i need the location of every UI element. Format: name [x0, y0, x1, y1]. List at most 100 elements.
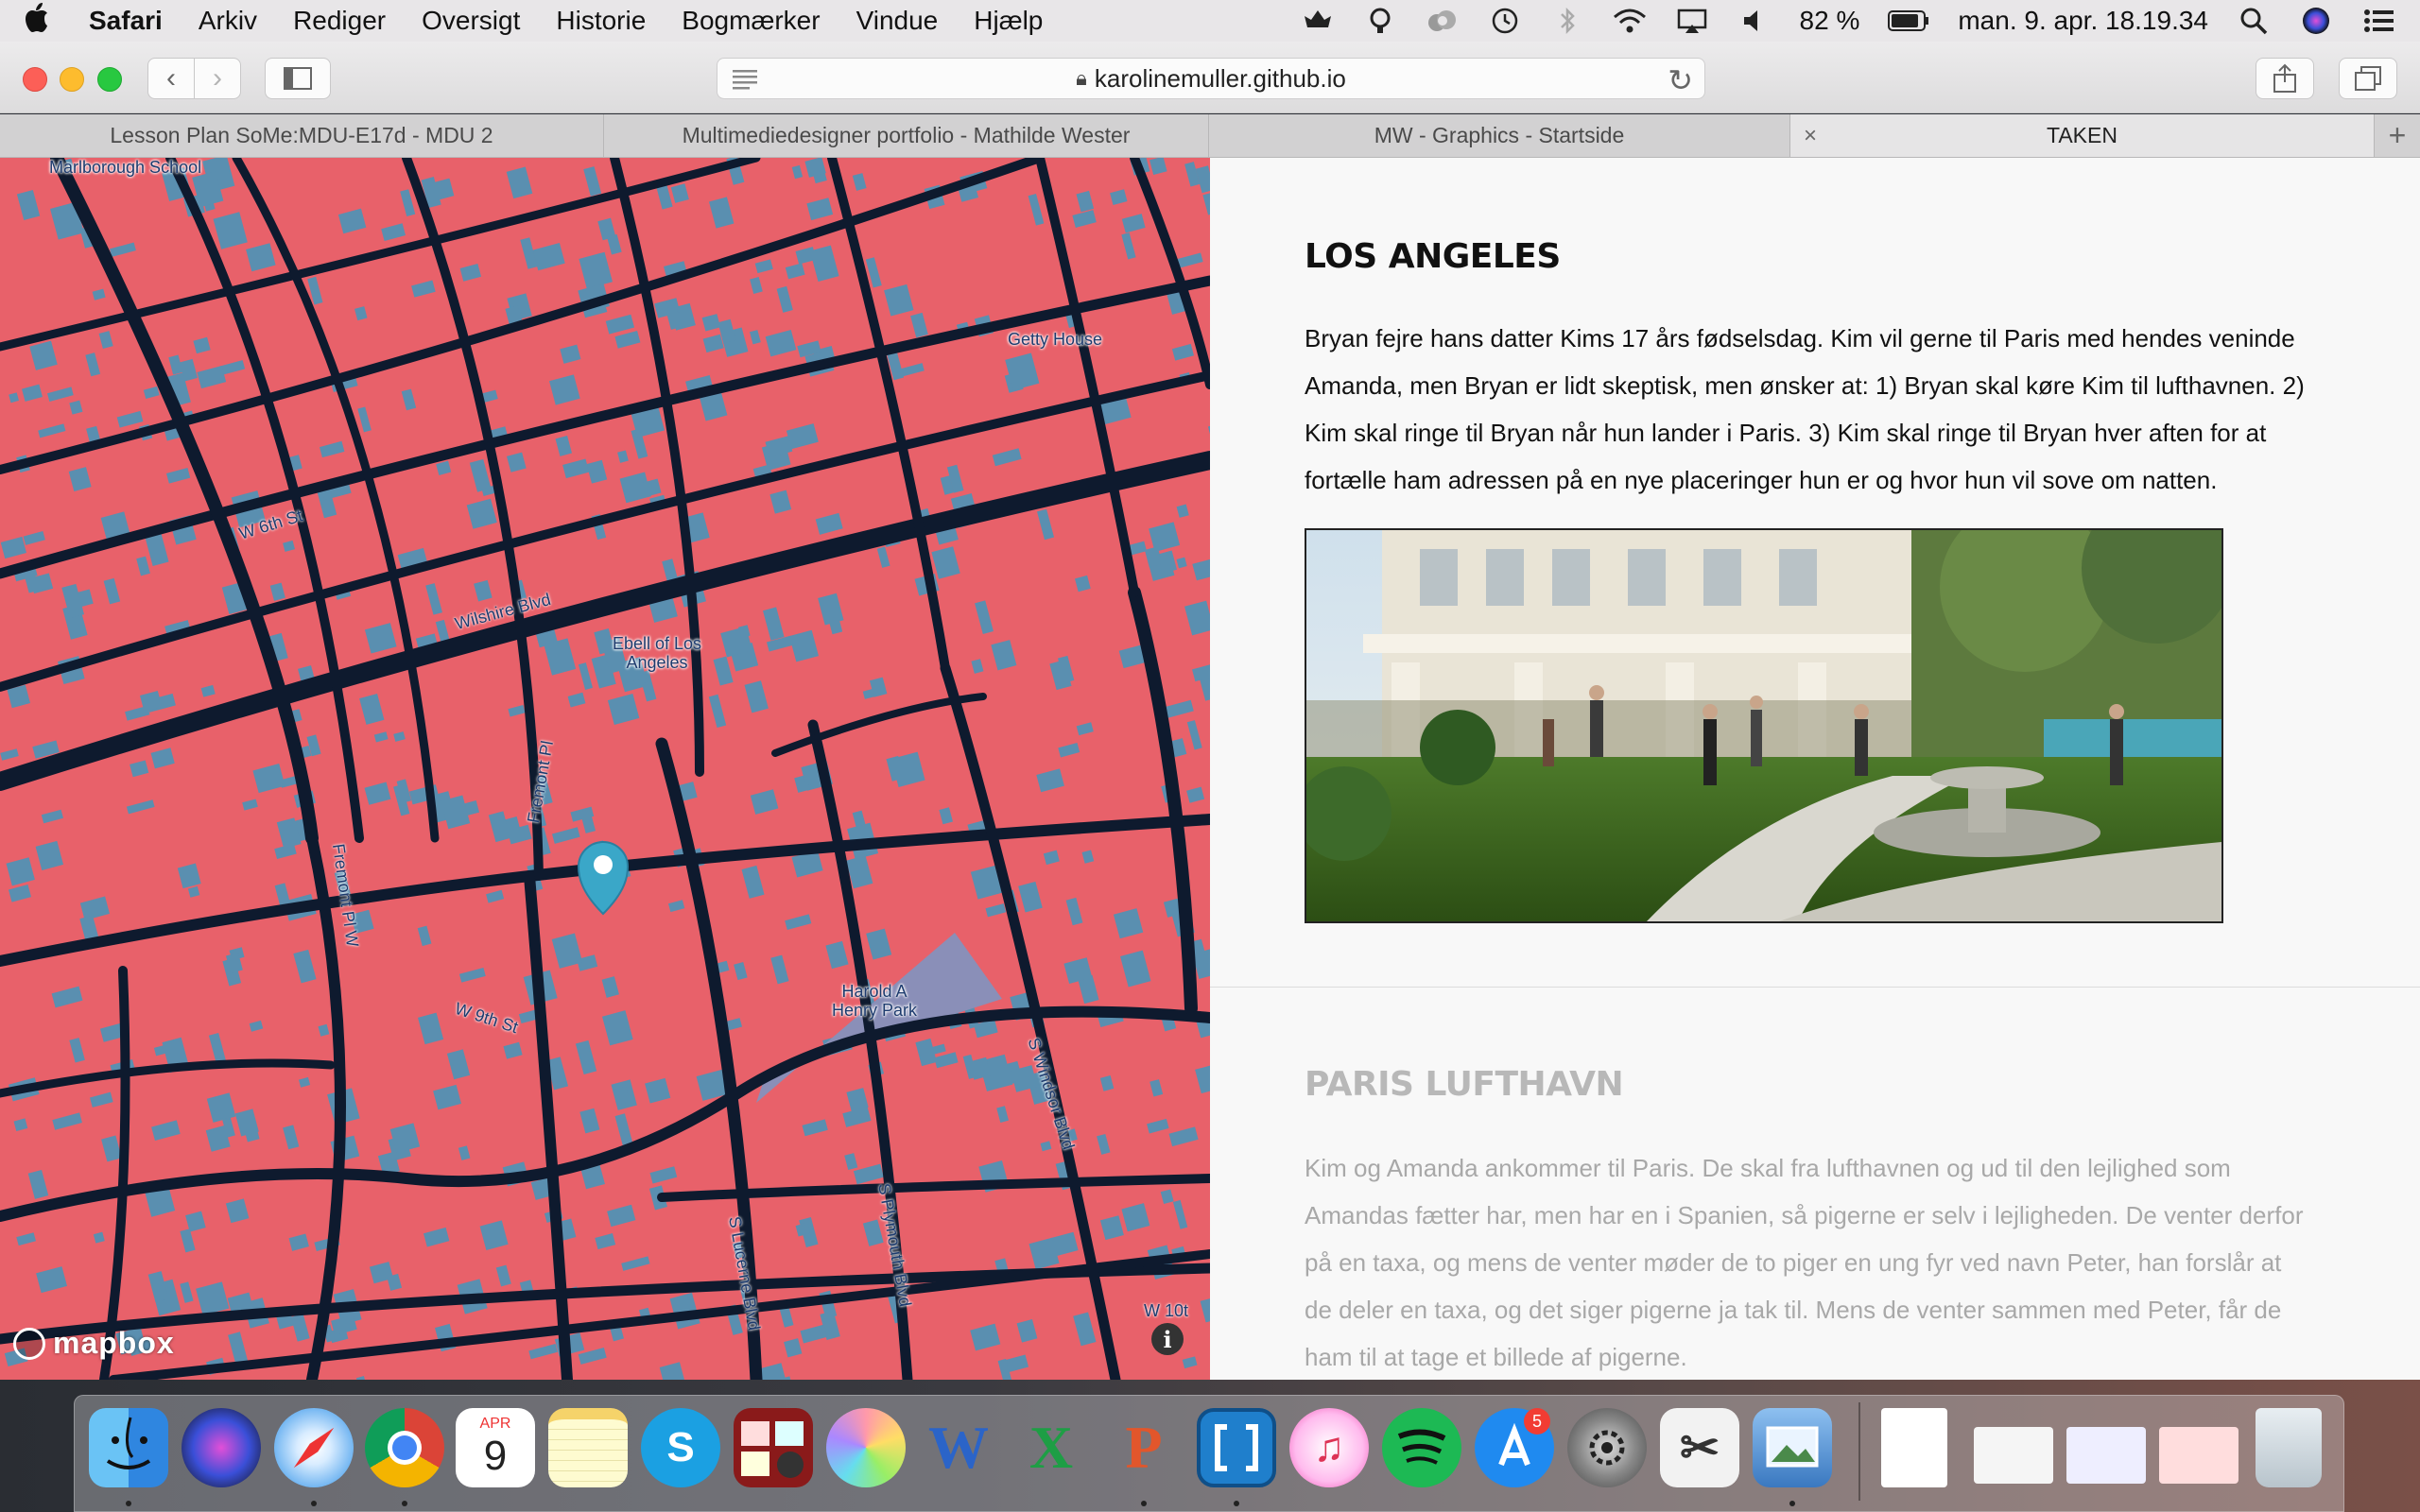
- trash-icon[interactable]: [2256, 1408, 2322, 1487]
- doc-thumbnail-2[interactable]: [1974, 1427, 2053, 1484]
- cloud-icon[interactable]: [1426, 6, 1460, 36]
- volume-icon[interactable]: [1737, 6, 1772, 36]
- menu-app-name[interactable]: Safari: [89, 6, 163, 36]
- excel-icon[interactable]: X: [1011, 1408, 1091, 1487]
- map-building: [1037, 508, 1055, 541]
- map-building: [0, 536, 26, 559]
- tab-taken[interactable]: × TAKEN: [1790, 114, 2375, 157]
- tab-mw-graphics[interactable]: MW - Graphics - Startside: [1209, 114, 1790, 157]
- map-building: [1184, 600, 1210, 636]
- siri-icon[interactable]: [2299, 6, 2333, 36]
- siri-app-icon[interactable]: [182, 1408, 261, 1487]
- menu-hjaelp[interactable]: Hjælp: [974, 6, 1043, 36]
- tabs-icon: [2355, 66, 2381, 91]
- sidebar-toggle-button[interactable]: [265, 58, 331, 99]
- calendar-icon[interactable]: APR 9: [456, 1408, 535, 1487]
- chrome-icon[interactable]: [365, 1408, 444, 1487]
- doc-thumbnail-1[interactable]: [1881, 1408, 1947, 1487]
- itunes-icon[interactable]: ♫: [1289, 1408, 1369, 1487]
- window-zoom-button[interactable]: [97, 67, 122, 92]
- map-building: [242, 799, 258, 811]
- map-building: [79, 896, 110, 920]
- tab-close-icon[interactable]: ×: [1804, 123, 1817, 149]
- scissors-glyph-icon: ✂: [1680, 1421, 1720, 1474]
- map-building: [784, 1338, 803, 1358]
- notification-center-icon[interactable]: [2361, 6, 2395, 36]
- map-building: [560, 344, 581, 364]
- map-building: [1147, 1118, 1169, 1134]
- notes-icon[interactable]: [548, 1408, 628, 1487]
- spotlight-icon[interactable]: [2237, 6, 2271, 36]
- back-button[interactable]: ‹: [147, 58, 195, 99]
- map-building: [996, 1106, 1010, 1123]
- battery-percent[interactable]: 82 %: [1800, 6, 1860, 36]
- map-building: [228, 1332, 249, 1365]
- map-building: [27, 1169, 49, 1199]
- menu-oversigt[interactable]: Oversigt: [422, 6, 520, 36]
- share-button[interactable]: [2256, 58, 2314, 99]
- reload-icon[interactable]: ↻: [1668, 62, 1693, 98]
- scissors-icon[interactable]: ✂: [1660, 1408, 1739, 1487]
- map-building: [931, 546, 960, 579]
- photo-booth-icon[interactable]: [734, 1408, 813, 1487]
- powerpoint-icon[interactable]: P: [1104, 1408, 1184, 1487]
- section-title-paris: PARIS LUFTHAVN: [1305, 1065, 1624, 1104]
- battery-icon[interactable]: [1888, 6, 1929, 36]
- new-tab-button[interactable]: +: [2375, 114, 2420, 157]
- map-building: [1149, 522, 1181, 552]
- map-building: [29, 340, 58, 370]
- map-building: [741, 865, 765, 899]
- preview-icon[interactable]: [1753, 1408, 1832, 1487]
- address-bar[interactable]: 🔒︎ karolinemuller.github.io ↻: [717, 58, 1705, 99]
- tab-overview-button[interactable]: [2339, 58, 2397, 99]
- map-building: [915, 1038, 938, 1067]
- tab-mathilde-portfolio[interactable]: Multimediedesigner portfolio - Mathilde …: [604, 114, 1209, 157]
- brackets-icon[interactable]: [1197, 1408, 1276, 1487]
- safari-icon[interactable]: [274, 1408, 354, 1487]
- map-building: [354, 306, 368, 321]
- map-building: [971, 659, 984, 674]
- menu-vindue[interactable]: Vindue: [856, 6, 939, 36]
- skype-icon[interactable]: S: [641, 1408, 720, 1487]
- doc-thumbnail-4[interactable]: [2159, 1427, 2238, 1484]
- menu-arkiv[interactable]: Arkiv: [199, 6, 257, 36]
- story-content[interactable]: LOS ANGELES Bryan fejre hans datter Kims…: [1210, 158, 2420, 1380]
- location-icon[interactable]: [1363, 6, 1397, 36]
- doc-thumbnail-3[interactable]: [2066, 1427, 2146, 1484]
- map-building: [701, 314, 721, 332]
- creative-cloud-icon[interactable]: [1301, 6, 1335, 36]
- airplay-icon[interactable]: [1675, 6, 1709, 36]
- wifi-icon[interactable]: [1613, 6, 1647, 36]
- map-building: [16, 189, 41, 221]
- spotify-icon[interactable]: [1382, 1408, 1461, 1487]
- word-icon[interactable]: W: [919, 1408, 998, 1487]
- bluetooth-icon[interactable]: [1550, 6, 1584, 36]
- mapbox-logo[interactable]: mapbox: [13, 1326, 175, 1361]
- finder-icon[interactable]: [89, 1408, 168, 1487]
- street-label-w10th: W 10t: [1144, 1301, 1189, 1320]
- menu-clock[interactable]: man. 9. apr. 18.19.34: [1958, 6, 2208, 36]
- map-view[interactable]: Marlborough School Getty House Ebell of …: [0, 158, 1210, 1380]
- apple-menu-icon[interactable]: [25, 2, 53, 41]
- chevron-left-icon: ‹: [166, 62, 176, 94]
- time-machine-icon[interactable]: [1488, 6, 1522, 36]
- map-building: [293, 949, 317, 984]
- location-marker-icon[interactable]: [577, 841, 630, 916]
- tab-lesson-plan[interactable]: Lesson Plan SoMe:MDU-E17d - MDU 2: [0, 114, 604, 157]
- window-minimize-button[interactable]: [60, 67, 84, 92]
- map-building: [436, 460, 452, 475]
- map-building: [825, 940, 849, 970]
- menu-historie[interactable]: Historie: [556, 6, 646, 36]
- system-preferences-icon[interactable]: [1567, 1408, 1647, 1487]
- map-building: [488, 811, 511, 843]
- map-building: [900, 363, 925, 377]
- window-close-button[interactable]: [23, 67, 47, 92]
- forward-button[interactable]: ›: [194, 58, 241, 99]
- menu-rediger[interactable]: Rediger: [293, 6, 386, 36]
- map-building: [35, 840, 64, 871]
- menu-bogmaerker[interactable]: Bogmærker: [682, 6, 820, 36]
- map-building: [789, 629, 819, 662]
- map-info-button[interactable]: i: [1151, 1323, 1184, 1355]
- photos-icon[interactable]: [826, 1408, 906, 1487]
- reader-view-icon[interactable]: [731, 66, 759, 91]
